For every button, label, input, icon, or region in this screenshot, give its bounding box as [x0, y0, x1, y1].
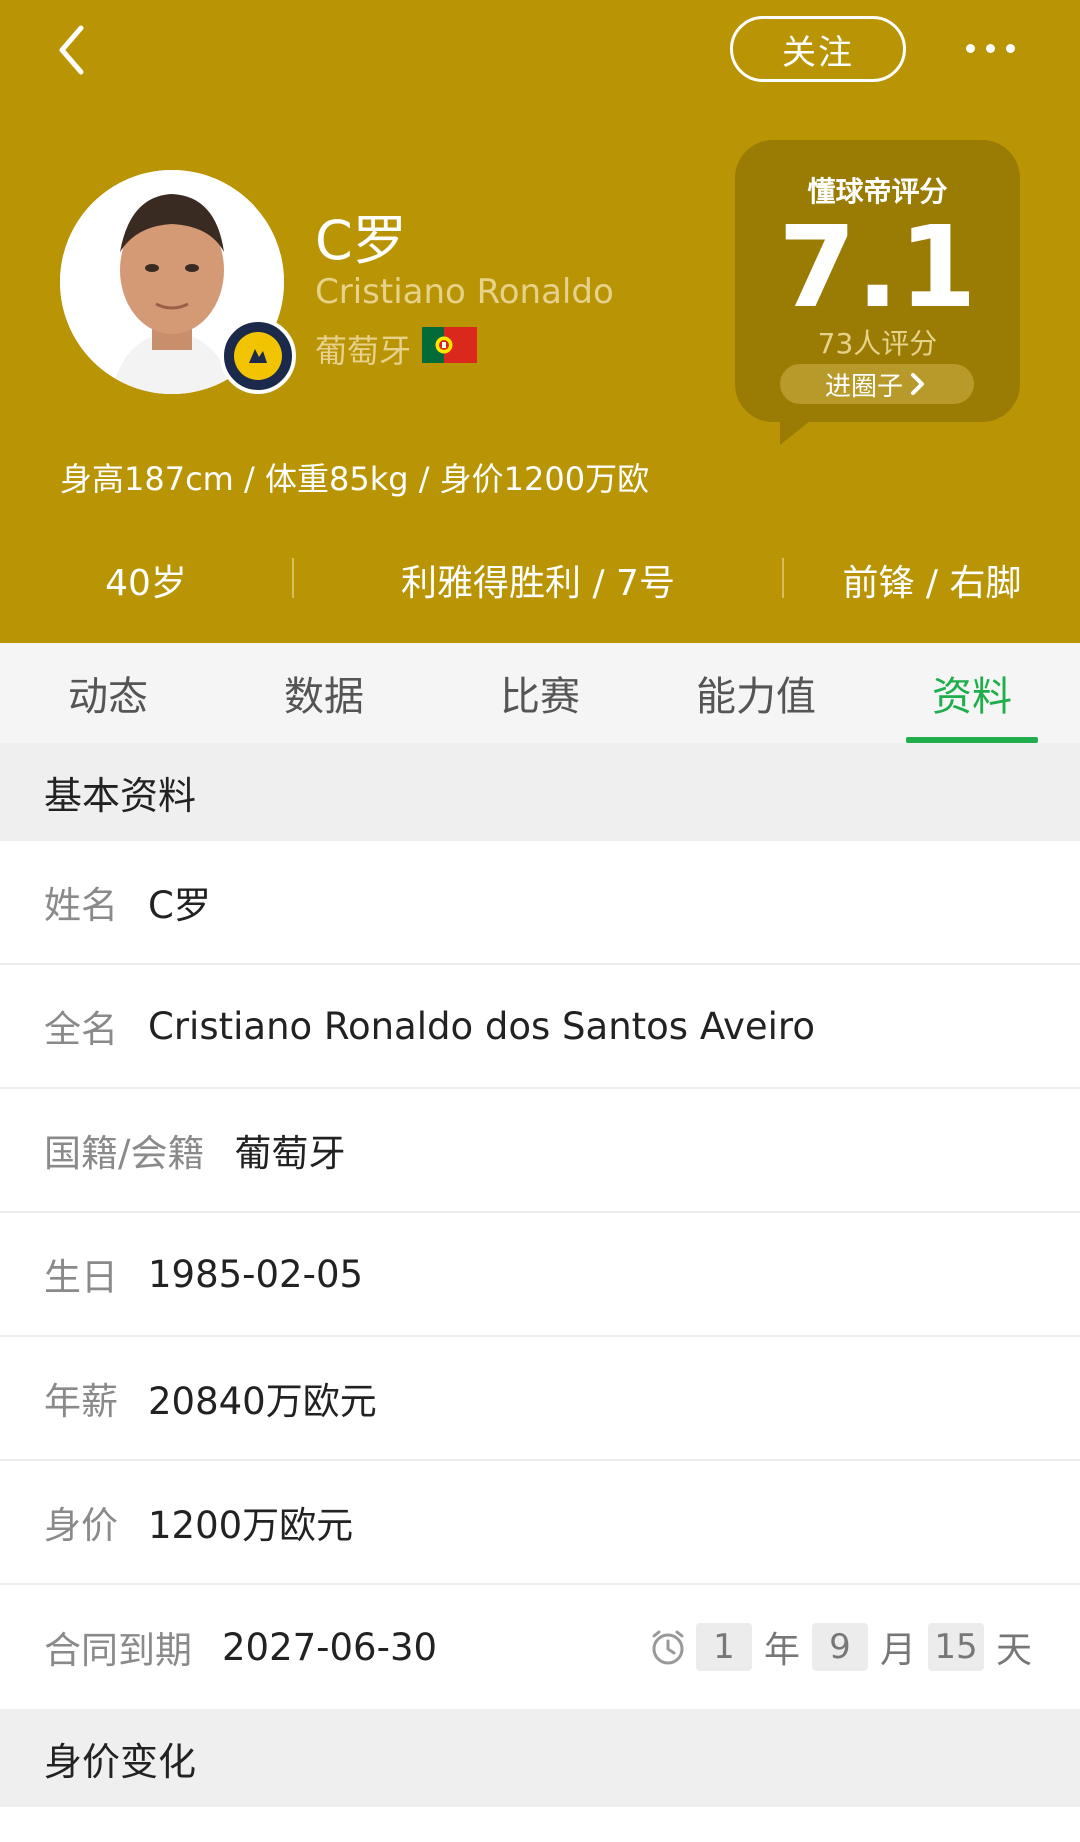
section-basic-info: 基本资料 — [0, 743, 1080, 841]
row-label: 年薪 — [44, 1380, 118, 1423]
divider — [292, 558, 294, 598]
player-name-en: Cristiano Ronaldo — [315, 272, 614, 312]
profile-row-birthday: 生日 1985-02-05 — [0, 1213, 1080, 1337]
rating-value: 7.1 — [778, 203, 977, 333]
countdown-months: 9 — [811, 1623, 868, 1671]
club-logo-icon — [220, 318, 296, 394]
tab-news[interactable]: 动态 — [0, 643, 216, 743]
tab-label: 比赛 — [500, 674, 580, 720]
enter-circle-button[interactable]: 进圈子 — [780, 364, 974, 404]
row-label: 全名 — [44, 1008, 118, 1051]
more-options-icon[interactable] — [950, 26, 1030, 70]
clock-icon — [652, 1630, 684, 1665]
row-label: 身价 — [44, 1504, 118, 1547]
countdown-month-unit: 月 — [879, 1630, 916, 1671]
profile-row-nationality: 国籍/会籍 葡萄牙 — [0, 1089, 1080, 1213]
profile-row-salary: 年薪 20840万欧元 — [0, 1337, 1080, 1461]
tab-bar: 动态 数据 比赛 能力值 资料 — [0, 643, 1080, 744]
rating-count: 73人评分 — [817, 327, 938, 360]
row-value: 20840万欧元 — [148, 1380, 377, 1423]
tab-profile[interactable]: 资料 — [864, 643, 1080, 743]
row-value: C罗 — [148, 884, 211, 927]
tab-label: 能力值 — [696, 674, 816, 720]
countdown-year-unit: 年 — [763, 1630, 800, 1671]
tab-label: 动态 — [68, 674, 148, 720]
player-header: 关注 C罗 Cristiano Ronaldo 葡萄牙 懂球帝评分 7.1 73… — [0, 0, 1080, 643]
player-position-foot-text: 前锋 / 右脚 — [842, 563, 1022, 604]
row-label: 国籍/会籍 — [44, 1132, 205, 1175]
player-info-row: 40岁 利雅得胜利 / 7号 前锋 / 右脚 — [0, 540, 1080, 620]
follow-button[interactable]: 关注 — [730, 16, 906, 82]
row-value: 1985-02-05 — [148, 1252, 364, 1296]
section-title: 身价变化 — [44, 1739, 197, 1784]
player-age-text: 40岁 — [105, 563, 187, 604]
player-age: 40岁 — [0, 540, 292, 620]
player-nationality: 葡萄牙 — [315, 332, 412, 370]
profile-row-contract: 合同到期 2027-06-30 1 年 9 月 15 天 — [0, 1585, 1080, 1709]
row-value: 1200万欧元 — [148, 1504, 354, 1547]
player-club-number[interactable]: 利雅得胜利 / 7号 — [292, 540, 784, 620]
enter-circle-label: 进圈子 — [824, 371, 903, 402]
countdown-day-unit: 天 — [995, 1630, 1032, 1671]
profile-row-full-name: 全名 Cristiano Ronaldo dos Santos Aveiro — [0, 965, 1080, 1089]
tab-abilities[interactable]: 能力值 — [648, 643, 864, 743]
countdown-years: 1 — [695, 1623, 752, 1671]
row-label: 生日 — [44, 1256, 118, 1299]
tab-label: 数据 — [284, 674, 364, 720]
portugal-flag-icon — [422, 327, 477, 363]
rating-card: 懂球帝评分 7.1 73人评分 进圈子 — [735, 140, 1020, 422]
row-value: Cristiano Ronaldo dos Santos Aveiro — [148, 1004, 815, 1048]
contract-countdown: 1 年 9 月 15 天 — [648, 1585, 1036, 1709]
profile-row-market-value: 身价 1200万欧元 — [0, 1461, 1080, 1585]
tab-stats[interactable]: 数据 — [216, 643, 432, 743]
tab-matches[interactable]: 比赛 — [432, 643, 648, 743]
countdown-days: 15 — [927, 1623, 984, 1671]
player-position-foot: 前锋 / 右脚 — [784, 540, 1080, 620]
section-value-change: 身价变化 — [0, 1709, 1080, 1807]
row-value: 葡萄牙 — [234, 1132, 346, 1175]
profile-row-name: 姓名 C罗 — [0, 841, 1080, 965]
tab-label: 资料 — [932, 674, 1012, 720]
chevron-right-icon — [911, 373, 924, 395]
player-name: C罗 — [315, 209, 407, 272]
row-label: 合同到期 — [44, 1629, 192, 1672]
player-physical-stats: 身高187cm / 体重85kg / 身价1200万欧 — [60, 460, 650, 498]
row-value: 2027-06-30 — [222, 1625, 438, 1669]
player-club-number-text: 利雅得胜利 / 7号 — [401, 563, 675, 604]
back-icon[interactable] — [48, 20, 118, 90]
row-label: 姓名 — [44, 884, 118, 927]
section-title: 基本资料 — [44, 773, 197, 818]
